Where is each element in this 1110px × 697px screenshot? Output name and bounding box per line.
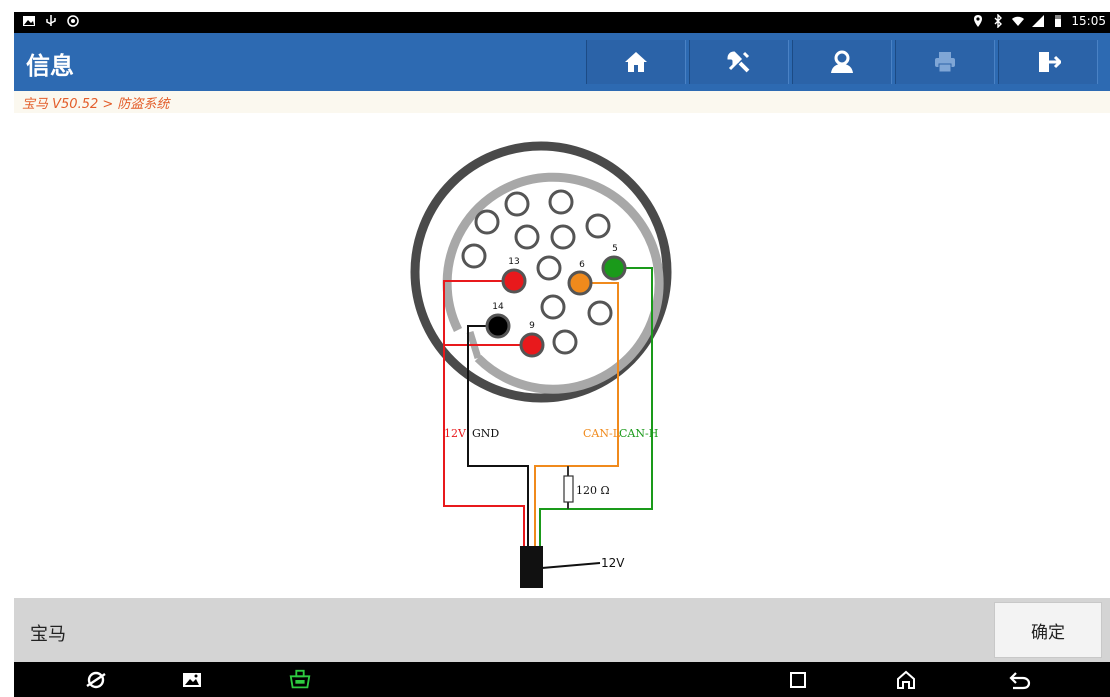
exit-icon (1039, 52, 1061, 72)
status-bar: 15:05 (14, 12, 1110, 33)
title-bar: 信息 (14, 33, 1110, 91)
app-window: 15:05 信息 宝马 V50.52 > 防盗系统 13 6 5 14 9 12… (0, 0, 1110, 697)
home-nav-button[interactable] (894, 668, 918, 692)
back-icon (1009, 672, 1031, 690)
pin-label-9: 9 (529, 321, 535, 331)
home-button[interactable] (586, 40, 686, 84)
image-icon (23, 16, 35, 26)
pin-empty (550, 224, 576, 250)
exit-button[interactable] (998, 40, 1098, 84)
back-button[interactable] (1008, 668, 1032, 692)
label-can-l: CAN-L (583, 427, 621, 440)
pin-5-green (601, 255, 627, 281)
label-12v: 12V (444, 427, 467, 440)
pin-9-red (519, 332, 545, 358)
pin-empty (540, 294, 566, 320)
home-nav-icon (897, 670, 915, 689)
pin-empty (514, 224, 540, 250)
footer-label: 宝马 (30, 624, 66, 645)
label-gnd: GND (472, 427, 499, 440)
pin-13-red (501, 268, 527, 294)
label-power-12v: 12V (601, 556, 625, 570)
pin-label-13: 13 (508, 257, 519, 267)
label-resistor: 120 Ω (576, 484, 610, 497)
page-title: 信息 (26, 52, 74, 80)
footer-bar: 宝马 确定 (14, 598, 1110, 662)
status-time: 15:05 (1071, 14, 1106, 28)
recent-apps-button[interactable] (786, 668, 810, 692)
resistor (563, 475, 574, 503)
wifi-icon (1012, 16, 1025, 26)
pin-empty (552, 329, 578, 355)
print-icon (935, 52, 955, 73)
battery-icon (1055, 15, 1062, 27)
confirm-button[interactable]: 确定 (994, 602, 1102, 658)
user-button[interactable] (792, 40, 892, 84)
obd-connector-diagram: 13 6 5 14 9 12V GND CAN-L CAN-H 120 Ω 12… (410, 141, 672, 588)
usb-icon (46, 15, 56, 26)
pin-empty (548, 189, 574, 215)
pin-empty (585, 213, 611, 239)
tools-icon (727, 51, 750, 73)
left-margin (0, 0, 14, 697)
pin-14-black (485, 313, 511, 339)
content-area: 13 6 5 14 9 12V GND CAN-L CAN-H 120 Ω 12… (14, 113, 1110, 598)
browser-icon (86, 671, 106, 689)
obd-plug (520, 546, 543, 588)
signal-icon (1032, 15, 1045, 27)
location-icon (974, 15, 983, 27)
gallery-icon (183, 673, 201, 687)
tools-button[interactable] (689, 40, 789, 84)
power-lead (541, 562, 601, 569)
home-icon (625, 52, 647, 72)
pin-empty (461, 243, 487, 269)
bluetooth-icon (994, 14, 1003, 28)
user-icon (831, 50, 853, 73)
pin-empty (587, 300, 613, 326)
pin-empty (474, 209, 500, 235)
vci-button[interactable] (288, 668, 312, 692)
breadcrumb: 宝马 V50.52 > 防盗系统 (14, 91, 1110, 113)
debug-icon (67, 15, 79, 27)
breadcrumb-text: 宝马 V50.52 > 防盗系统 (22, 97, 170, 112)
browser-button[interactable] (84, 668, 108, 692)
recent-apps-icon (790, 672, 806, 688)
label-can-h: CAN-H (619, 427, 658, 440)
pin-label-5: 5 (612, 244, 618, 254)
pin-label-6: 6 (579, 260, 585, 270)
pin-6-orange (567, 270, 593, 296)
vci-icon (289, 669, 311, 689)
pin-empty (504, 191, 530, 217)
pin-empty (536, 255, 562, 281)
gallery-button[interactable] (180, 668, 204, 692)
navigation-bar (14, 662, 1110, 697)
pin-label-14: 14 (492, 302, 504, 312)
print-button[interactable] (895, 40, 995, 84)
